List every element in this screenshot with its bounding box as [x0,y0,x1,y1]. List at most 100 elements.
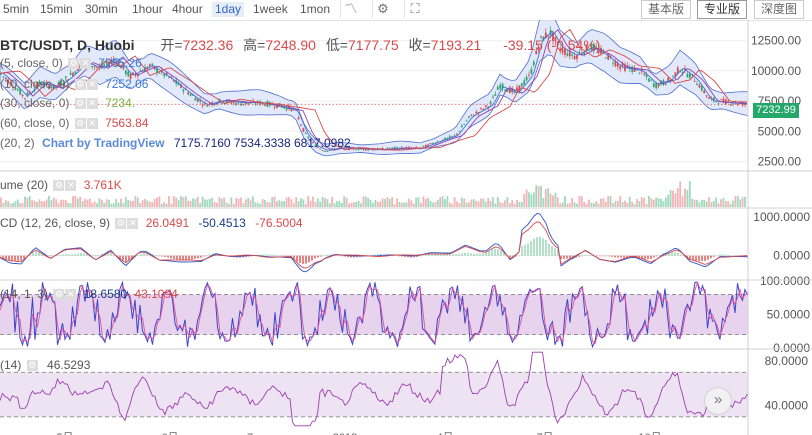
timeframe-5min[interactable]: 5min [3,2,29,17]
volume-bar [504,200,506,207]
scroll-to-latest-icon[interactable]: » [705,388,731,414]
volume-bar [470,199,473,207]
timeframe-1week[interactable]: 1week [253,2,288,17]
view-depth-button[interactable]: 深度图 [754,0,805,19]
candle-body [367,149,370,151]
view-pro-button[interactable]: 专业版 [697,0,748,19]
settings-icon[interactable]: ⚙ [372,0,393,18]
volume-bar [592,203,595,207]
volume-bar [230,197,233,207]
gear-icon[interactable]: ⚙ [74,118,86,130]
volume-bar [276,201,278,207]
bb-label: (20, 2) [0,136,35,150]
ma-row-2: (10, close, 0) ⚙ ✕ 7252.06 [0,77,148,91]
stoch-value-2: 43.1094 [134,287,178,301]
macd-histogram-bar [497,249,499,256]
volume-bar [410,200,413,207]
close-icon[interactable]: ✕ [65,180,77,192]
volume-bar [693,199,696,207]
macd-histogram-bar [611,255,613,257]
volume-bar [345,197,348,207]
volume-bar [614,200,617,207]
macd-histogram-bar [623,255,625,258]
timeframe-1hour[interactable]: 1hour [132,2,163,17]
volume-bar [384,198,386,207]
stoch-value-1: 18.6580 [83,287,128,301]
volume-bar [638,201,641,207]
macd-histogram-bar [281,255,283,257]
volume-bar [422,196,425,207]
volume-bar [710,202,713,207]
volume-bar [681,196,684,207]
macd-histogram-bar [728,255,730,256]
volume-bar [228,203,230,207]
candle-body [523,80,526,85]
gear-icon[interactable]: ⚙ [53,180,65,192]
volume-bar [484,201,487,207]
gear-icon[interactable]: ⚙ [74,79,86,91]
candle-body [650,79,653,81]
volume-bar [408,198,410,207]
macd-histogram-bar [599,255,601,257]
candle-body [604,57,607,59]
candle-body [321,150,324,152]
volume-bar [427,197,430,207]
macd-histogram-bar [182,255,184,261]
candle-body [494,94,497,96]
timeframe-1mon[interactable]: 1mon [300,2,330,17]
volume-bar [729,204,732,207]
macd-histogram-bar [545,239,547,256]
close-icon[interactable]: ✕ [86,118,98,130]
candle-body [247,102,250,104]
macd-histogram-bar [566,255,568,259]
volume-bar [14,201,17,207]
macd-histogram-bar [488,251,490,256]
volume-bar [91,202,94,207]
tradingview-watermark[interactable]: Chart by TradingView [42,136,164,150]
chart-toolbar: 5min 15min 30min 1hour 4hour 1day 1week … [0,0,812,21]
volume-bar [496,196,499,207]
macd-value-2: -50.4513 [198,216,246,230]
macd-histogram-bar [551,246,553,256]
volume-bar [2,202,5,207]
candle-body [206,105,209,107]
macd-histogram-bar [608,255,610,257]
volume-bar [456,201,458,207]
candle-body [480,108,482,110]
gear-icon[interactable]: ⚙ [68,58,80,70]
chart-type-icon[interactable]: 〽 [340,0,361,18]
gear-icon[interactable]: ⚙ [26,360,38,372]
macd-histogram-bar [50,255,52,257]
volume-bar [609,196,612,207]
timeframe-1day[interactable]: 1day [212,2,245,17]
volume-bar [362,196,365,207]
candle-body [698,84,701,88]
close-icon[interactable]: ✕ [65,289,77,301]
close-icon[interactable]: ✕ [86,79,98,91]
gear-icon[interactable]: ⚙ [53,289,65,301]
volume-bar [724,201,727,207]
candle-body [475,111,478,114]
candle-body [520,83,523,87]
candle-body [693,81,696,82]
volume-bar [523,193,526,207]
volume-bar [544,189,547,207]
volume-bar [67,202,70,207]
macd-histogram-bar [314,255,316,259]
volume-bar [127,200,130,207]
timeframe-30min[interactable]: 30min [85,2,118,17]
view-basic-button[interactable]: 基本版 [641,0,692,19]
macd-histogram-bar [161,255,163,257]
volume-bar [297,201,300,207]
volume-bar [196,196,199,207]
close-icon[interactable]: ✕ [127,218,139,230]
gear-icon[interactable]: ⚙ [115,218,127,230]
close-icon[interactable]: ✕ [80,58,92,70]
fullscreen-icon[interactable]: ⛶ [404,0,425,18]
timeframe-4hour[interactable]: 4hour [172,2,203,17]
timeframe-15min[interactable]: 15min [40,2,73,17]
volume-bar [607,195,610,207]
gear-icon[interactable]: ⚙ [74,98,86,110]
close-icon[interactable]: ✕ [86,98,98,110]
volume-bar [211,197,214,207]
